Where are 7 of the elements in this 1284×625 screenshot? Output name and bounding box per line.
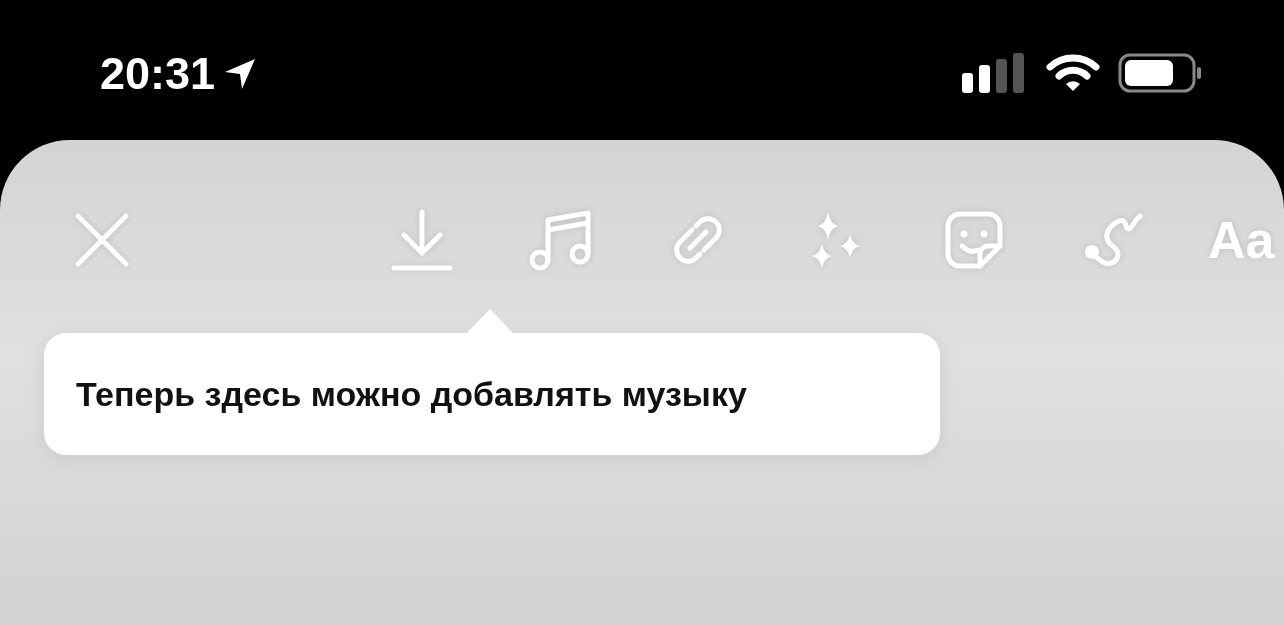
battery-icon bbox=[1118, 53, 1202, 93]
music-note-icon[interactable] bbox=[528, 208, 592, 272]
wifi-icon bbox=[1046, 53, 1100, 93]
tooltip-text: Теперь здесь можно добавлять музыку bbox=[76, 374, 747, 414]
status-time: 20:31 bbox=[100, 48, 216, 100]
download-icon[interactable] bbox=[390, 208, 454, 272]
location-arrow-icon bbox=[223, 57, 258, 91]
